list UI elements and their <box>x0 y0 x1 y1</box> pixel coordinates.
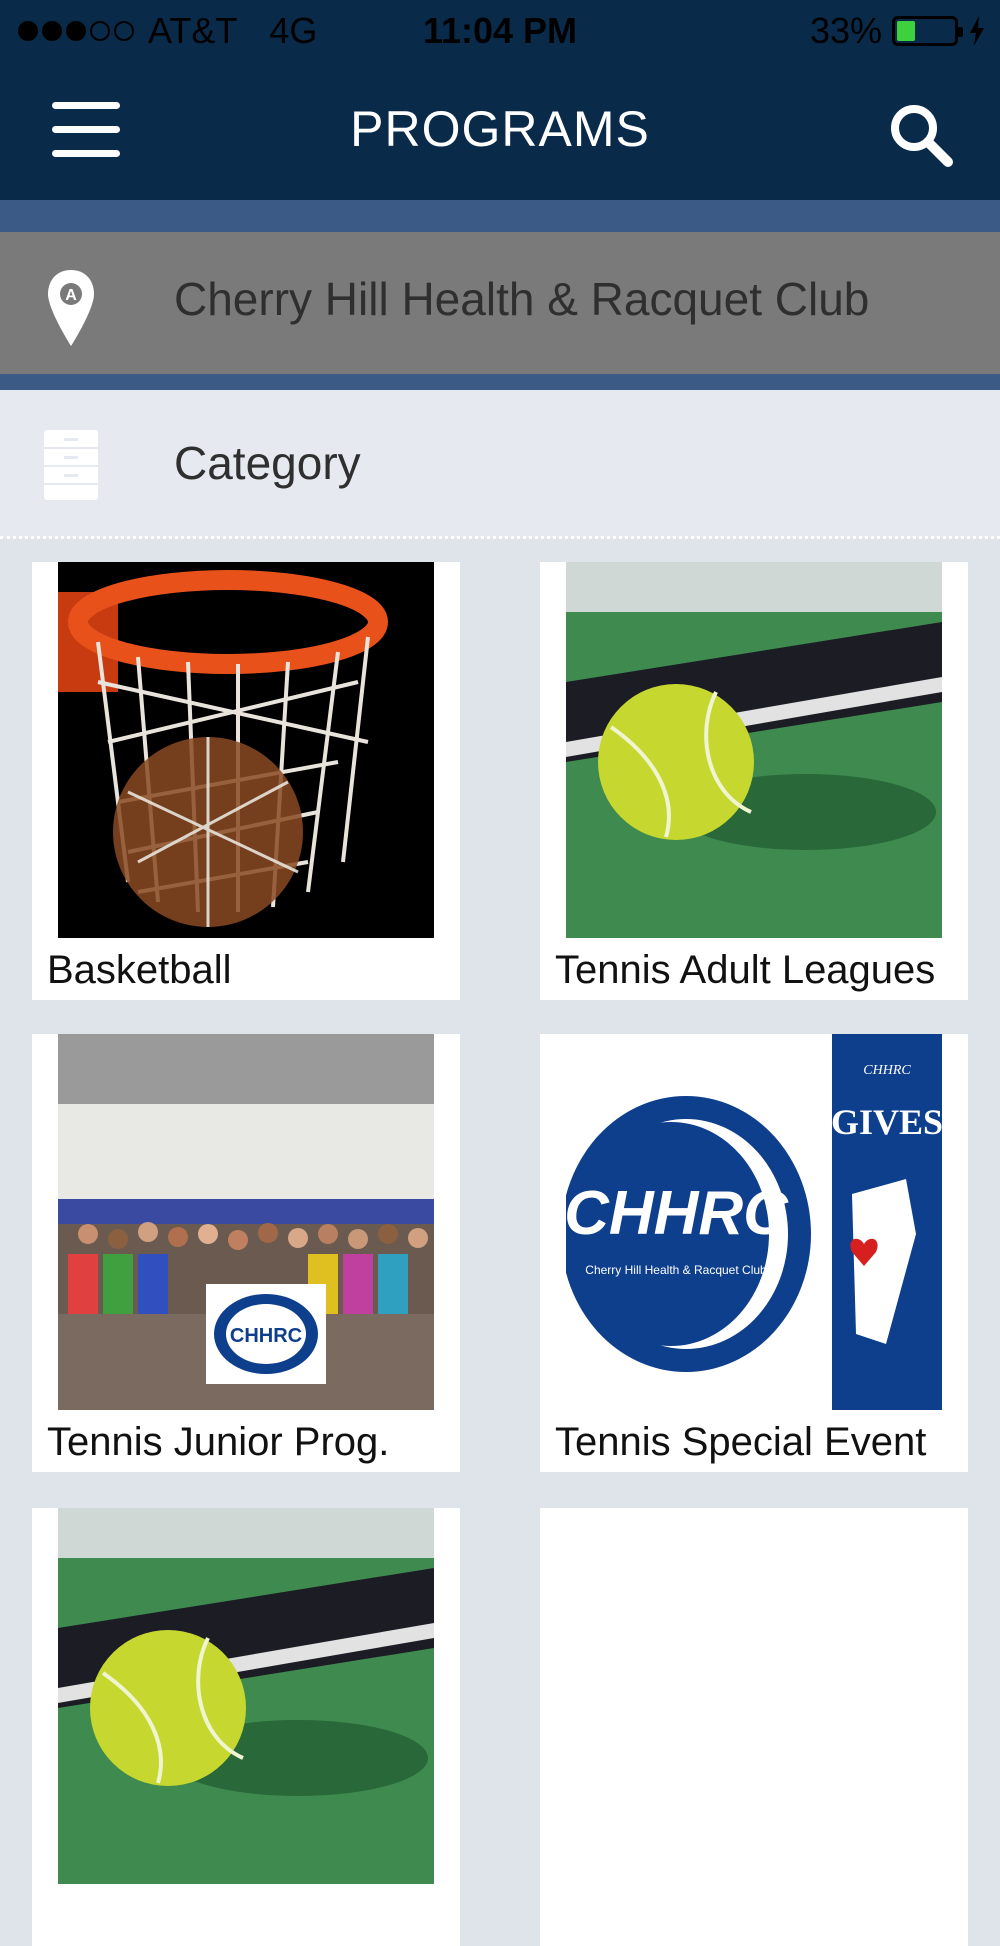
pin-letter: A <box>65 287 77 304</box>
programs-grid: Basketball Tennis Adult Leagues CHHRC Te… <box>0 560 1000 1946</box>
chhrc-gives-small-text: CHHRC <box>863 1063 911 1078</box>
search-icon[interactable] <box>886 100 956 170</box>
battery-percent: 33% <box>809 10 882 51</box>
program-card-tennis-special-event[interactable]: CHHRC Cherry Hill Health & Racquet Club … <box>540 1034 968 1472</box>
status-bar: AT&T 4G 11:04 PM 33% <box>0 0 1000 62</box>
program-label: Basketball <box>47 948 232 992</box>
gives-logo-text: GIVES <box>831 1102 942 1142</box>
program-label: Tennis Special Event <box>555 1420 927 1464</box>
chhrc-small-logo-text: CHHRC <box>230 1325 302 1347</box>
tennis-racquet-ball-photo <box>566 562 942 938</box>
app-header: PROGRAMS <box>0 62 1000 200</box>
map-pin-icon: A <box>48 270 94 346</box>
group-photo-chhrc-banner: CHHRC <box>58 1034 434 1410</box>
tennis-image <box>566 562 942 938</box>
program-card-basketball[interactable]: Basketball <box>32 562 460 1000</box>
location-selector[interactable]: A Cherry Hill Health & Racquet Club <box>0 232 1000 374</box>
top-bar: AT&T 4G 11:04 PM 33% PROGRAMS <box>0 0 1000 200</box>
program-card-tennis-junior-prog[interactable]: CHHRC Tennis Junior Prog. <box>32 1034 460 1472</box>
chhrc-gives-logo: CHHRC Cherry Hill Health & Racquet Club … <box>566 1034 942 1410</box>
basketball-image <box>58 562 434 938</box>
location-name: Cherry Hill Health & Racquet Club <box>174 273 870 325</box>
club-name-logo-text: Cherry Hill Health & Racquet Club <box>585 1263 767 1277</box>
program-card-tennis[interactable] <box>32 1508 460 1946</box>
file-cabinet-icon <box>44 430 98 500</box>
chhrc-logo-image: CHHRC Cherry Hill Health & Racquet Club … <box>566 1034 942 1410</box>
group-photo-image: CHHRC <box>58 1034 434 1410</box>
category-label: Category <box>174 437 361 489</box>
battery-icon <box>892 16 963 46</box>
charging-bolt-icon <box>970 16 984 46</box>
status-right: 33% <box>810 10 986 52</box>
chhrc-logo-text: CHHRC <box>566 1179 789 1248</box>
dotted-divider <box>0 536 1000 539</box>
program-card-tennis-adult-leagues[interactable]: Tennis Adult Leagues <box>540 562 968 1000</box>
tennis-racquet-ball-photo <box>58 1508 434 1884</box>
category-selector[interactable]: Category <box>0 390 1000 538</box>
program-label: Tennis Junior Prog. <box>47 1420 390 1464</box>
page-title: PROGRAMS <box>350 101 650 157</box>
program-label: Tennis Adult Leagues <box>555 948 936 992</box>
battery-fill <box>897 21 916 41</box>
tennis-image <box>58 1508 434 1884</box>
basketball-hoop-photo <box>58 562 434 938</box>
program-card-empty[interactable] <box>540 1508 968 1946</box>
